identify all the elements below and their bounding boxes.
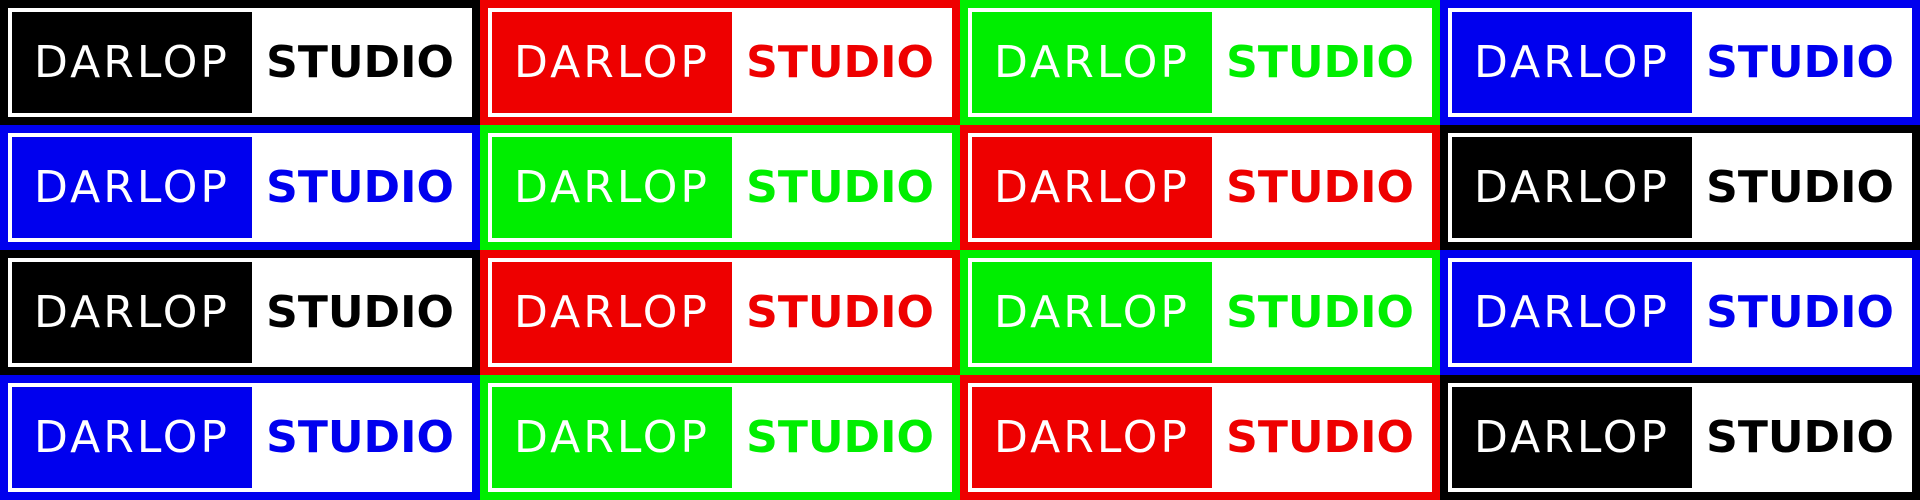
logo-right-block: STUDIO — [1692, 12, 1908, 113]
logo-left-block: DARLOP — [972, 262, 1212, 363]
logo-tile: DARLOP STUDIO — [1440, 125, 1920, 250]
logo-right-block: STUDIO — [1692, 387, 1908, 488]
logo-right-block: STUDIO — [732, 12, 948, 113]
logo-left-block: DARLOP — [972, 12, 1212, 113]
logo-tile: DARLOP STUDIO — [480, 125, 960, 250]
logo-word-studio: STUDIO — [1706, 286, 1894, 338]
logo-word-darlop: DARLOP — [514, 161, 710, 213]
logo-right-block: STUDIO — [252, 387, 468, 488]
logo-word-darlop: DARLOP — [34, 161, 230, 213]
logo-tile: DARLOP STUDIO — [0, 125, 480, 250]
logo-left-block: DARLOP — [972, 387, 1212, 488]
logo-tile: DARLOP STUDIO — [480, 0, 960, 125]
logo-word-darlop: DARLOP — [1474, 161, 1670, 213]
logo-word-studio: STUDIO — [746, 411, 934, 463]
logo-word-studio: STUDIO — [266, 286, 454, 338]
logo-word-darlop: DARLOP — [34, 286, 230, 338]
logo-left-block: DARLOP — [12, 262, 252, 363]
logo-word-studio: STUDIO — [266, 36, 454, 88]
logo-right-block: STUDIO — [732, 137, 948, 238]
logo-tile: DARLOP STUDIO — [1440, 375, 1920, 500]
logo-right-block: STUDIO — [1212, 262, 1428, 363]
logo-left-block: DARLOP — [492, 387, 732, 488]
logo-right-block: STUDIO — [252, 137, 468, 238]
logo-left-block: DARLOP — [1452, 137, 1692, 238]
logo-tile: DARLOP STUDIO — [480, 250, 960, 375]
logo-word-studio: STUDIO — [746, 161, 934, 213]
logo-word-darlop: DARLOP — [994, 161, 1190, 213]
logo-left-block: DARLOP — [12, 137, 252, 238]
logo-tile: DARLOP STUDIO — [0, 250, 480, 375]
logo-word-darlop: DARLOP — [994, 286, 1190, 338]
logo-left-block: DARLOP — [492, 12, 732, 113]
logo-tile: DARLOP STUDIO — [960, 375, 1440, 500]
logo-left-block: DARLOP — [12, 387, 252, 488]
logo-right-block: STUDIO — [252, 262, 468, 363]
logo-word-darlop: DARLOP — [34, 411, 230, 463]
logo-word-darlop: DARLOP — [994, 411, 1190, 463]
logo-word-studio: STUDIO — [746, 286, 934, 338]
logo-tile: DARLOP STUDIO — [960, 0, 1440, 125]
logo-grid: DARLOP STUDIO DARLOP STUDIO DARLOP STUDI… — [0, 0, 1920, 500]
logo-right-block: STUDIO — [1212, 387, 1428, 488]
logo-word-studio: STUDIO — [1226, 411, 1414, 463]
logo-word-studio: STUDIO — [266, 411, 454, 463]
logo-left-block: DARLOP — [1452, 12, 1692, 113]
logo-word-darlop: DARLOP — [514, 36, 710, 88]
logo-tile: DARLOP STUDIO — [960, 250, 1440, 375]
logo-word-studio: STUDIO — [266, 161, 454, 213]
logo-word-studio: STUDIO — [1706, 36, 1894, 88]
logo-word-darlop: DARLOP — [1474, 411, 1670, 463]
logo-tile: DARLOP STUDIO — [1440, 250, 1920, 375]
logo-word-darlop: DARLOP — [994, 36, 1190, 88]
logo-word-darlop: DARLOP — [1474, 36, 1670, 88]
logo-left-block: DARLOP — [972, 137, 1212, 238]
logo-word-studio: STUDIO — [1226, 36, 1414, 88]
logo-word-darlop: DARLOP — [514, 411, 710, 463]
logo-tile: DARLOP STUDIO — [0, 375, 480, 500]
logo-word-darlop: DARLOP — [514, 286, 710, 338]
logo-word-studio: STUDIO — [1706, 411, 1894, 463]
logo-tile: DARLOP STUDIO — [960, 125, 1440, 250]
logo-word-studio: STUDIO — [1226, 161, 1414, 213]
logo-word-darlop: DARLOP — [1474, 286, 1670, 338]
logo-word-studio: STUDIO — [1226, 286, 1414, 338]
logo-tile: DARLOP STUDIO — [480, 375, 960, 500]
logo-right-block: STUDIO — [1212, 12, 1428, 113]
logo-left-block: DARLOP — [492, 262, 732, 363]
logo-left-block: DARLOP — [1452, 262, 1692, 363]
logo-tile: DARLOP STUDIO — [0, 0, 480, 125]
logo-right-block: STUDIO — [1692, 262, 1908, 363]
logo-word-studio: STUDIO — [1706, 161, 1894, 213]
logo-right-block: STUDIO — [252, 12, 468, 113]
logo-left-block: DARLOP — [1452, 387, 1692, 488]
logo-right-block: STUDIO — [1692, 137, 1908, 238]
logo-right-block: STUDIO — [732, 262, 948, 363]
logo-left-block: DARLOP — [492, 137, 732, 238]
logo-word-studio: STUDIO — [746, 36, 934, 88]
logo-right-block: STUDIO — [1212, 137, 1428, 238]
logo-right-block: STUDIO — [732, 387, 948, 488]
logo-tile: DARLOP STUDIO — [1440, 0, 1920, 125]
logo-left-block: DARLOP — [12, 12, 252, 113]
logo-word-darlop: DARLOP — [34, 36, 230, 88]
